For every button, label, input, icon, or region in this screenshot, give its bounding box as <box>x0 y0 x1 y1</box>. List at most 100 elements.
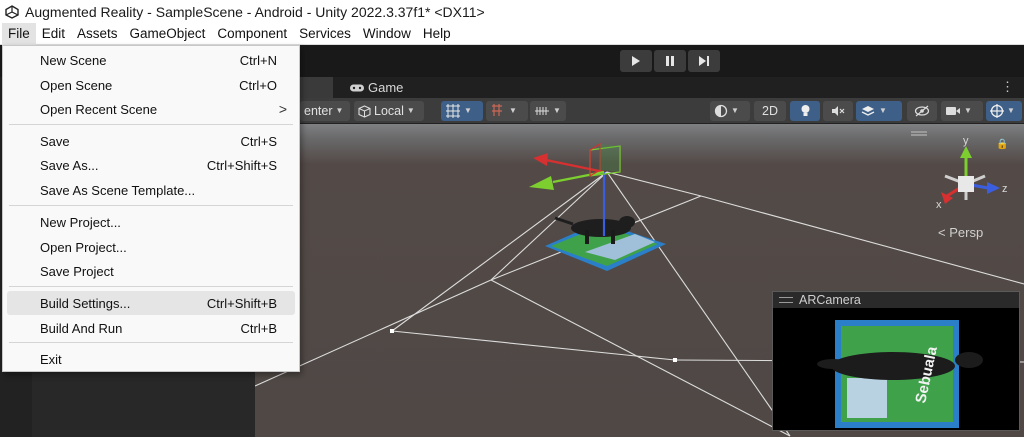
space-dropdown[interactable]: Local ▼ <box>354 101 424 121</box>
play-icon <box>632 56 640 66</box>
menu-item-label: Exit <box>40 351 62 367</box>
camera-dropdown[interactable]: ▼ <box>941 101 983 121</box>
chevron-down-icon: ▼ <box>879 106 887 115</box>
increment-snap-button[interactable]: ▼ <box>530 101 566 121</box>
space-label: Local <box>374 104 404 118</box>
menu-item-shortcut: Ctrl+O <box>239 77 277 93</box>
more-vertical-icon[interactable]: ⋮ <box>1001 79 1014 95</box>
file-menu-dropdown: New Scene Ctrl+N Open Scene Ctrl+O Open … <box>2 45 300 372</box>
menu-item-open-project[interactable]: Open Project... <box>7 235 295 259</box>
menu-item-new-project[interactable]: New Project... <box>7 210 295 234</box>
camera-preview-image: Sebuala <box>817 320 983 428</box>
lock-icon[interactable]: 🔒 <box>996 139 1008 150</box>
2d-toggle-label: 2D <box>762 104 778 118</box>
menu-services[interactable]: Services <box>293 23 357 45</box>
step-button[interactable] <box>688 50 720 72</box>
ruler-icon <box>535 107 549 115</box>
camera-preview-window[interactable]: ARCamera Sebuala <box>772 291 1020 431</box>
chevron-down-icon: ▼ <box>1007 106 1015 115</box>
play-button[interactable] <box>620 50 652 72</box>
menu-item-exit[interactable]: Exit <box>7 347 295 371</box>
step-icon <box>699 56 709 66</box>
effects-dropdown[interactable]: ▼ <box>856 101 902 121</box>
camera-preview-title: ARCamera <box>799 293 861 307</box>
menu-item-label: Save As Scene Template... <box>40 182 196 198</box>
menu-item-label: Save As... <box>40 157 99 173</box>
menu-item-build-settings[interactable]: Build Settings... Ctrl+Shift+B <box>7 291 295 315</box>
menu-window[interactable]: Window <box>357 23 417 45</box>
chevron-down-icon: ▼ <box>964 106 972 115</box>
axis-z-label: z <box>1002 183 1008 195</box>
menu-component[interactable]: Component <box>211 23 293 45</box>
menu-item-label: Build And Run <box>40 320 123 336</box>
transform-tool-icon <box>446 104 460 118</box>
menu-item-label: Save <box>40 133 70 149</box>
menu-item-shortcut: Ctrl+Shift+B <box>206 295 277 311</box>
window-title: Augmented Reality - SampleScene - Androi… <box>25 3 485 20</box>
pause-icon <box>666 56 674 66</box>
gizmos-dropdown[interactable]: ▼ <box>986 101 1022 121</box>
transform-tool-button[interactable]: ▼ <box>441 101 483 121</box>
menu-file[interactable]: File <box>2 22 36 45</box>
grid-snap-icon <box>492 104 502 116</box>
menu-gameobject[interactable]: GameObject <box>124 23 212 45</box>
menu-item-label: Open Project... <box>40 239 127 255</box>
tab-game-label: Game <box>368 80 404 95</box>
light-bulb-icon <box>801 105 809 116</box>
chevron-down-icon: ▼ <box>731 106 739 115</box>
gizmo-drag-handle[interactable] <box>911 131 927 136</box>
menu-item-shortcut: Ctrl+Shift+S <box>206 157 277 173</box>
persp-label: Persp <box>949 225 984 240</box>
chevron-down-icon: ▼ <box>464 106 472 115</box>
menu-item-label: New Project... <box>40 214 121 230</box>
menu-assets[interactable]: Assets <box>71 23 124 45</box>
lighting-toggle[interactable] <box>790 101 820 121</box>
grid-snap-button[interactable]: ▼ <box>486 101 528 121</box>
menu-item-build-and-run[interactable]: Build And Run Ctrl+B <box>7 316 295 340</box>
axis-y-label: y <box>963 135 969 147</box>
chevron-down-icon: ▼ <box>406 106 415 115</box>
menu-item-save-project[interactable]: Save Project <box>7 259 295 283</box>
menu-item-label: Open Scene <box>40 77 113 93</box>
pause-button[interactable] <box>654 50 686 72</box>
camera-icon <box>946 107 960 115</box>
menu-separator <box>9 342 293 343</box>
view-tab-bar: ene Game ⋮ <box>255 77 1024 98</box>
chevron-down-icon: ▼ <box>335 106 344 115</box>
cube-icon <box>358 104 371 118</box>
menu-help[interactable]: Help <box>417 23 457 45</box>
visibility-icon <box>914 105 930 117</box>
effects-icon <box>861 106 875 116</box>
menu-item-save[interactable]: Save Ctrl+S <box>7 129 295 153</box>
scene-toolbar: enter ▼ Local ▼ ▼ ▼ ▼ ▼ 2D ▼ ▼ ▼ <box>255 98 1024 124</box>
menu-item-open-scene[interactable]: Open Scene Ctrl+O <box>7 73 295 97</box>
audio-mute-icon <box>832 106 845 116</box>
menu-edit[interactable]: Edit <box>36 23 71 45</box>
audio-toggle[interactable] <box>823 101 853 121</box>
projection-label[interactable]: < Persp <box>938 225 983 240</box>
orientation-gizmo[interactable] <box>941 146 1000 204</box>
drag-grip-icon[interactable] <box>779 297 793 303</box>
menu-item-shortcut: Ctrl+N <box>239 52 277 68</box>
2d-toggle[interactable]: 2D <box>754 101 786 121</box>
chevron-right-icon: > <box>278 101 287 117</box>
pivot-mode-label: enter <box>304 104 333 118</box>
axis-x-label: x <box>936 199 942 211</box>
play-controls <box>620 50 720 72</box>
unity-logo-icon <box>5 4 19 19</box>
menu-item-label: Open Recent Scene <box>40 101 158 117</box>
menu-item-save-as-scene-template[interactable]: Save As Scene Template... <box>7 178 295 202</box>
menu-item-new-scene[interactable]: New Scene Ctrl+N <box>7 48 295 72</box>
pivot-mode-dropdown[interactable]: enter ▼ <box>300 101 350 121</box>
game-controller-icon <box>350 84 364 92</box>
menu-item-open-recent-scene[interactable]: Open Recent Scene > <box>7 97 295 121</box>
tab-game[interactable]: Game <box>339 77 413 98</box>
gizmos-icon <box>990 104 1004 118</box>
menu-bar: File Edit Assets GameObject Component Se… <box>0 22 1024 45</box>
menu-separator <box>9 124 293 125</box>
menu-item-save-as[interactable]: Save As... Ctrl+Shift+S <box>7 153 295 177</box>
camera-preview-header[interactable]: ARCamera <box>773 292 1019 308</box>
menu-item-shortcut: Ctrl+S <box>240 133 277 149</box>
draw-mode-dropdown[interactable]: ▼ <box>710 101 750 121</box>
scene-visibility-toggle[interactable] <box>907 101 937 121</box>
